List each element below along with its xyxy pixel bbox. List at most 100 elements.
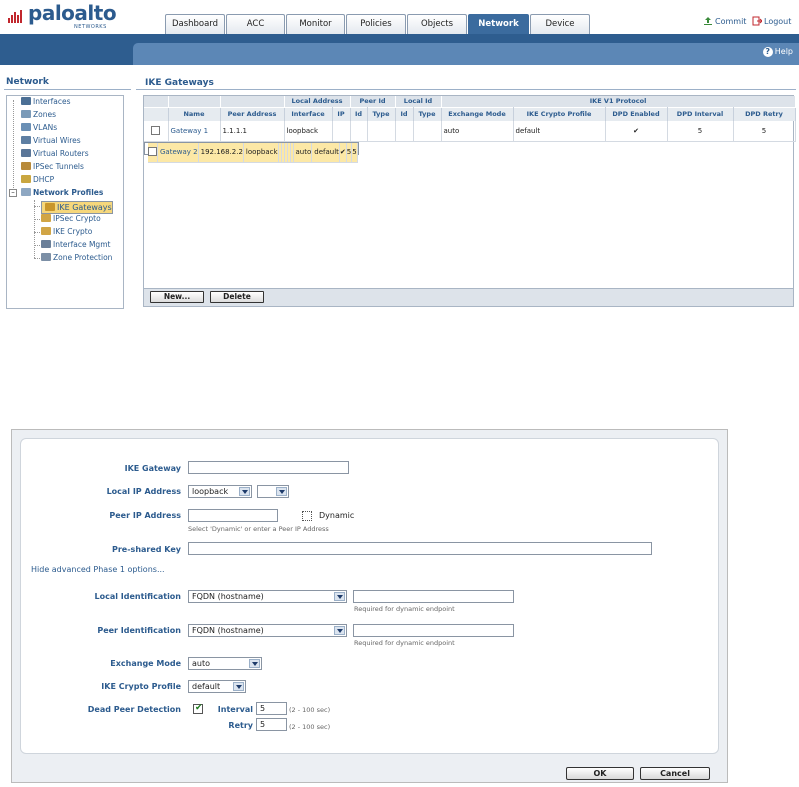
- gateway-name-link[interactable]: Gateway 2: [157, 142, 199, 163]
- table-row[interactable]: Gateway 1 1.1.1.1 loopback auto default …: [144, 121, 796, 142]
- column-header-select: [144, 106, 169, 121]
- local-ip-interface-select[interactable]: loopback: [188, 485, 252, 498]
- dynamic-label: Dynamic: [319, 511, 355, 520]
- dhcp-icon: [21, 175, 31, 183]
- peer-id-type-select[interactable]: FQDN (hostname): [188, 624, 347, 637]
- local-type-cell: [413, 121, 442, 142]
- zones-icon: [21, 110, 31, 118]
- retry-input[interactable]: 5: [256, 718, 287, 731]
- nav-label: IKE Crypto: [53, 227, 93, 236]
- nav-label: VLANs: [33, 123, 58, 132]
- nav-item-virtual-wires[interactable]: Virtual Wires: [21, 136, 81, 146]
- commit-label: Commit: [715, 17, 747, 26]
- psk-input[interactable]: [188, 542, 652, 555]
- group-header-local-id: Local Id: [395, 96, 442, 107]
- nav-item-virtual-routers[interactable]: Virtual Routers: [21, 149, 89, 159]
- cancel-button[interactable]: Cancel: [640, 767, 710, 780]
- interval-label: Interval: [217, 705, 253, 714]
- network-tree: – Interfaces Zones VLANs Virtual Wires V…: [6, 95, 124, 309]
- nav-item-ipsec-crypto[interactable]: IPSec Crypto: [41, 214, 101, 224]
- interfaces-icon: [21, 97, 31, 105]
- peer-id-input[interactable]: [353, 624, 514, 637]
- ike-gateways-table: Local Address Peer Id Local Id IKE V1 Pr…: [143, 95, 796, 307]
- tree-line: [34, 258, 40, 259]
- dpd-enabled-check-icon: ✔: [339, 142, 347, 163]
- nav-item-network-profiles[interactable]: Network Profiles: [21, 188, 103, 198]
- column-header-ip[interactable]: IP: [332, 106, 351, 121]
- column-header-local-type[interactable]: Type: [413, 106, 442, 121]
- tab-objects[interactable]: Objects: [407, 14, 467, 34]
- nav-item-zones[interactable]: Zones: [21, 110, 56, 120]
- collapse-toggle-icon[interactable]: –: [9, 189, 17, 197]
- nav-divider: [4, 89, 131, 90]
- chevron-down-icon: [334, 592, 345, 601]
- column-header-peer-type[interactable]: Type: [367, 106, 396, 121]
- help-label: Help: [774, 47, 793, 56]
- column-header-peer-id[interactable]: Id: [350, 106, 368, 121]
- tree-line: [34, 206, 40, 207]
- column-header-dpd-retry[interactable]: DPD Retry: [733, 106, 796, 121]
- local-id-label: Local Identification: [94, 592, 181, 601]
- ike-gateway-name-input[interactable]: [188, 461, 349, 474]
- row-checkbox[interactable]: [151, 126, 161, 136]
- help-icon: ?: [762, 47, 773, 57]
- column-header-dpd-interval[interactable]: DPD Interval: [667, 106, 734, 121]
- dynamic-checkbox[interactable]: [302, 511, 312, 521]
- nav-item-ike-gateways[interactable]: IKE Gateways: [41, 201, 113, 214]
- interval-hint: (2 - 100 sec): [289, 706, 331, 714]
- crypto-profile-cell: default: [311, 142, 340, 163]
- column-header-dpd-enabled[interactable]: DPD Enabled: [605, 106, 668, 121]
- page-title: IKE Gateways: [145, 78, 214, 88]
- peer-ip-input[interactable]: [188, 509, 278, 522]
- tab-policies[interactable]: Policies: [346, 14, 406, 34]
- tab-monitor[interactable]: Monitor: [286, 14, 345, 34]
- column-header-interface[interactable]: Interface: [284, 106, 333, 121]
- chevron-down-icon: [233, 682, 244, 691]
- column-header-exchange-mode[interactable]: Exchange Mode: [441, 106, 514, 121]
- virtual-wires-icon: [21, 136, 31, 144]
- tree-line: [13, 100, 14, 192]
- column-header-local-id[interactable]: Id: [395, 106, 414, 121]
- nav-item-interfaces[interactable]: Interfaces: [21, 97, 71, 107]
- row-checkbox[interactable]: [148, 147, 157, 157]
- tab-dashboard[interactable]: Dashboard: [165, 14, 225, 34]
- tab-network[interactable]: Network: [468, 14, 529, 34]
- table-row[interactable]: Gateway 2 192.168.2.2 loopback auto defa…: [144, 141, 359, 163]
- new-button[interactable]: New...: [150, 291, 204, 303]
- nav-item-vlans[interactable]: VLANs: [21, 123, 57, 133]
- dpd-retry-cell: 5: [351, 142, 358, 163]
- ike-gateway-label: IKE Gateway: [124, 464, 181, 473]
- nav-item-ipsec-tunnels[interactable]: IPSec Tunnels: [21, 162, 84, 172]
- crypto-profile-select[interactable]: default: [188, 680, 246, 693]
- virtual-routers-icon: [21, 149, 31, 157]
- column-header-peer-address[interactable]: Peer Address: [220, 106, 285, 121]
- dpd-enabled-check-icon: ✔: [605, 121, 668, 142]
- ipsec-crypto-icon: [41, 214, 51, 222]
- nav-label: Interfaces: [33, 97, 71, 106]
- nav-item-dhcp[interactable]: DHCP: [21, 175, 54, 185]
- delete-button[interactable]: Delete: [210, 291, 264, 303]
- nav-item-interface-mgmt[interactable]: Interface Mgmt: [41, 240, 110, 250]
- logo-bars-icon: [8, 9, 24, 23]
- local-ip-address-select[interactable]: [257, 485, 289, 498]
- local-id-type-select[interactable]: FQDN (hostname): [188, 590, 347, 603]
- nav-label: DHCP: [33, 175, 55, 184]
- nav-item-zone-protection[interactable]: Zone Protection: [41, 253, 112, 263]
- nav-item-ike-crypto[interactable]: IKE Crypto: [41, 227, 92, 237]
- column-header-name[interactable]: Name: [168, 106, 221, 121]
- interval-input[interactable]: 5: [256, 702, 287, 715]
- hide-advanced-link[interactable]: Hide advanced Phase 1 options...: [31, 565, 165, 574]
- logout-link[interactable]: Logout: [752, 16, 791, 26]
- chevron-down-icon: [334, 626, 345, 635]
- commit-link[interactable]: Commit: [703, 16, 746, 26]
- gateway-name-link[interactable]: Gateway 1: [168, 121, 221, 142]
- column-header-crypto-profile[interactable]: IKE Crypto Profile: [513, 106, 606, 121]
- exchange-mode-select[interactable]: auto: [188, 657, 262, 670]
- peer-id-label: Peer Identification: [97, 626, 181, 635]
- tab-device[interactable]: Device: [530, 14, 590, 34]
- dpd-interval-cell: 5: [667, 121, 734, 142]
- ok-button[interactable]: OK: [566, 767, 634, 780]
- help-link[interactable]: ? Help: [762, 47, 793, 57]
- local-id-input[interactable]: [353, 590, 514, 603]
- tab-acc[interactable]: ACC: [226, 14, 285, 34]
